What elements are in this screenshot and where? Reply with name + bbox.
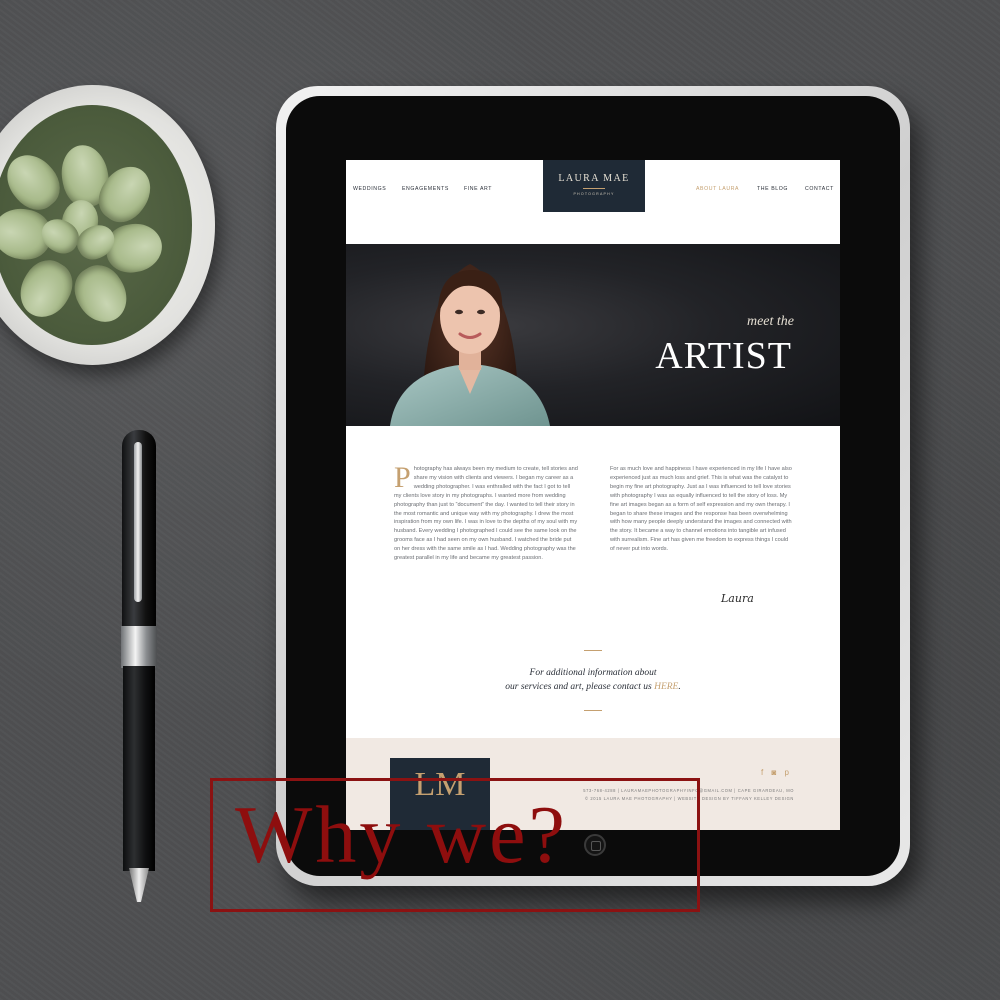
tablet-screen: WEDDINGS ENGAGEMENTS FINE ART LAURA MAE … — [346, 160, 840, 830]
hero-banner: meet the ARTIST — [346, 244, 840, 426]
about-column-right: For as much love and happiness I have ex… — [610, 465, 794, 554]
about-text-left: hotography has always been my medium to … — [394, 466, 578, 562]
contact-callout: For additional information about our ser… — [346, 666, 840, 694]
hero-kicker: meet the — [746, 314, 794, 329]
nav-link-engagements[interactable]: ENGAGEMENTS — [402, 186, 449, 192]
pen — [118, 430, 160, 902]
logo-subtitle: PHOTOGRAPHY — [573, 192, 615, 196]
divider-top — [584, 650, 602, 651]
about-column-left: P hotography has always been my medium t… — [394, 461, 578, 563]
overlay-caption: Why we? — [235, 789, 568, 880]
site-navigation: WEDDINGS ENGAGEMENTS FINE ART LAURA MAE … — [346, 160, 840, 244]
nav-link-the-blog[interactable]: THE BLOG — [757, 186, 788, 192]
site-logo[interactable]: LAURA MAE PHOTOGRAPHY — [543, 160, 645, 212]
contact-here-link[interactable]: HERE — [654, 682, 678, 692]
artist-portrait — [390, 264, 550, 426]
social-icons[interactable]: f ◙ p — [761, 768, 792, 777]
callout-line-2: our services and art, please contact us … — [505, 682, 681, 692]
nav-link-fine-art[interactable]: FINE ART — [464, 186, 492, 192]
hero-title: ARTIST — [655, 335, 792, 377]
signature: Laura — [721, 592, 754, 605]
nav-link-weddings[interactable]: WEDDINGS — [353, 186, 386, 192]
nav-link-about-laura[interactable]: ABOUT LAURA — [696, 186, 739, 192]
logo-name: LAURA MAE — [558, 173, 630, 184]
dropcap: P — [394, 461, 411, 494]
callout-line-1: For additional information about — [529, 668, 657, 678]
nav-link-contact[interactable]: CONTACT — [805, 186, 834, 192]
about-text-right: For as much love and happiness I have ex… — [610, 466, 792, 553]
divider-bottom — [584, 710, 602, 711]
logo-divider — [583, 188, 605, 189]
succulent-plant — [0, 105, 192, 345]
